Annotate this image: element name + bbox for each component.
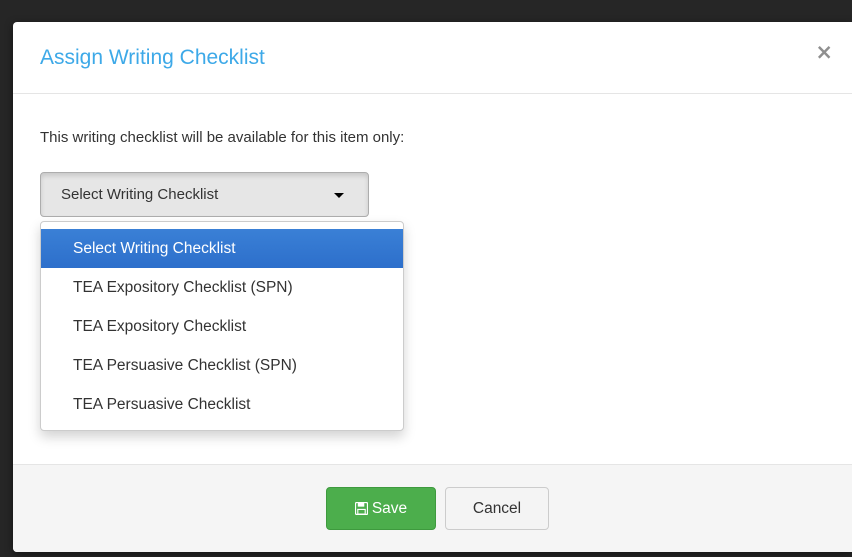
dropdown-option-tea-persuasive[interactable]: TEA Persuasive Checklist: [41, 385, 403, 424]
dropdown-option-tea-persuasive-spn[interactable]: TEA Persuasive Checklist (SPN): [41, 346, 403, 385]
modal-body: This writing checklist will be available…: [13, 94, 852, 464]
info-text: This writing checklist will be available…: [40, 129, 405, 146]
save-button[interactable]: Save: [326, 487, 436, 530]
dropdown-option-tea-expository-spn[interactable]: TEA Expository Checklist (SPN): [41, 268, 403, 307]
modal-title: Assign Writing Checklist: [40, 46, 265, 69]
caret-down-icon: [334, 193, 344, 198]
modal-header: Assign Writing Checklist ×: [13, 22, 852, 94]
cancel-button[interactable]: Cancel: [445, 487, 549, 530]
writing-checklist-dropdown: Select Writing Checklist TEA Expository …: [40, 221, 404, 431]
close-icon[interactable]: ×: [815, 42, 833, 63]
dropdown-option-select-writing-checklist[interactable]: Select Writing Checklist: [41, 229, 403, 268]
dropdown-option-tea-expository[interactable]: TEA Expository Checklist: [41, 307, 403, 346]
modal-footer: Save Cancel: [13, 464, 852, 552]
select-label: Select Writing Checklist: [61, 186, 219, 203]
save-button-label: Save: [371, 499, 408, 517]
assign-writing-checklist-dialog: Assign Writing Checklist × This writing …: [13, 22, 852, 552]
floppy-disk-icon: [354, 502, 368, 515]
cancel-button-label: Cancel: [472, 499, 522, 517]
writing-checklist-select[interactable]: Select Writing Checklist: [40, 172, 369, 217]
